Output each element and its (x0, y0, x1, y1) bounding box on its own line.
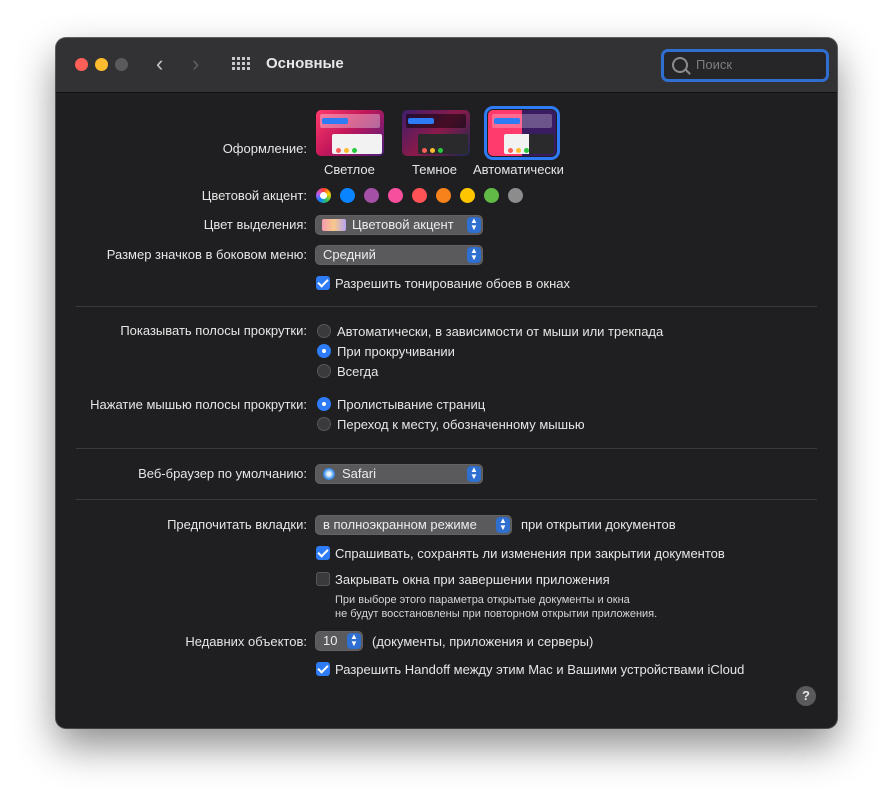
popup-arrows-icon: ▲ ▼ (496, 517, 510, 533)
prefer-tabs-popup[interactable]: в полноэкранном режиме ▲ ▼ (315, 515, 512, 535)
accent-orange-swatch[interactable] (436, 188, 451, 203)
search-field[interactable] (661, 49, 829, 82)
system-preferences-window: ‹ › Основные Оформление: Светлое Темное … (56, 38, 837, 728)
close-windows-note-line2: не будут восстановлены при повторном отк… (335, 608, 658, 620)
scroll-next-page-radio[interactable] (317, 397, 331, 411)
divider (76, 448, 817, 449)
popup-arrows-icon: ▲ ▼ (467, 247, 481, 263)
accent-red-swatch[interactable] (412, 188, 427, 203)
scrollbars-automatic-radio[interactable] (317, 324, 331, 338)
ask-keep-changes-checkbox[interactable] (316, 546, 330, 560)
prefer-tabs-value: в полноэкранном режиме (323, 517, 477, 532)
highlight-color-label: Цвет выделения: (203, 217, 307, 232)
handoff-label: Разрешить Handoff между этим Mac и Вашим… (335, 662, 745, 677)
accent-pink-swatch[interactable] (388, 188, 403, 203)
popup-arrows-icon: ▲ ▼ (467, 217, 481, 233)
window-title: Основные (266, 55, 344, 72)
popup-arrows-icon: ▲ ▼ (347, 633, 361, 649)
sidebar-icon-size-label: Размер значков в боковом меню: (106, 247, 307, 262)
default-browser-label: Веб-браузер по умолчанию: (138, 466, 307, 481)
appearance-dark-option[interactable] (402, 110, 470, 156)
help-button[interactable]: ? (796, 686, 816, 706)
highlight-color-preview (322, 219, 346, 231)
accent-multicolor-swatch[interactable] (316, 188, 331, 203)
handoff-checkbox[interactable] (316, 662, 330, 676)
scrollbar-click-label: Нажатие мышью полосы прокрутки: (90, 397, 307, 412)
divider (76, 306, 817, 307)
accent-color-label: Цветовой акцент: (201, 188, 307, 203)
accent-graphite-swatch[interactable] (508, 188, 523, 203)
appearance-light-option[interactable] (316, 110, 384, 156)
scroll-next-page-label: Пролистывание страниц (337, 397, 486, 412)
safari-icon (323, 468, 335, 480)
search-input[interactable] (694, 56, 818, 73)
divider (76, 499, 817, 500)
appearance-auto-option[interactable] (484, 106, 560, 160)
scrollbars-always-label: Всегда (337, 364, 379, 379)
show-all-grid-icon[interactable] (232, 57, 250, 71)
scroll-jump-spot-radio[interactable] (317, 417, 331, 431)
close-window-button[interactable] (75, 58, 88, 71)
accent-blue-swatch[interactable] (340, 188, 355, 203)
appearance-light-label: Светлое (324, 162, 375, 177)
prefer-tabs-suffix: при открытии документов (521, 517, 676, 532)
highlight-color-popup[interactable]: Цветовой акцент ▲ ▼ (315, 215, 483, 235)
accent-green-swatch[interactable] (484, 188, 499, 203)
recent-items-suffix: (документы, приложения и серверы) (372, 634, 594, 649)
forward-arrow-icon[interactable]: › (192, 53, 199, 75)
scroll-jump-spot-label: Переход к месту, обозначенному мышью (337, 417, 585, 432)
prefer-tabs-label: Предпочитать вкладки: (167, 517, 307, 532)
wallpaper-tinting-checkbox[interactable] (316, 276, 330, 290)
close-windows-note-line1: При выборе этого параметра открытые доку… (335, 594, 630, 606)
close-windows-label: Закрывать окна при завершении приложения (335, 572, 610, 587)
sidebar-icon-size-popup[interactable]: Средний ▲ ▼ (315, 245, 483, 265)
accent-yellow-swatch[interactable] (460, 188, 475, 203)
appearance-auto-label: Автоматически (473, 162, 564, 177)
sidebar-icon-size-value: Средний (323, 247, 376, 262)
ask-keep-changes-label: Спрашивать, сохранять ли изменения при з… (335, 546, 725, 561)
default-browser-value: Safari (342, 466, 376, 481)
recent-items-popup[interactable]: 10 ▲ ▼ (315, 631, 363, 651)
show-scrollbars-label: Показывать полосы прокрутки: (120, 323, 307, 338)
appearance-label: Оформление: (222, 141, 307, 156)
recent-items-value: 10 (323, 633, 338, 648)
zoom-window-button[interactable] (115, 58, 128, 71)
search-icon (672, 57, 688, 73)
scrollbars-always-radio[interactable] (317, 364, 331, 378)
default-browser-popup[interactable]: Safari ▲ ▼ (315, 464, 483, 484)
titlebar: ‹ › Основные (56, 38, 837, 93)
accent-purple-swatch[interactable] (364, 188, 379, 203)
appearance-dark-label: Темное (412, 162, 458, 177)
scrollbars-when-scrolling-label: При прокручивании (337, 344, 455, 359)
recent-items-label: Недавних объектов: (185, 634, 307, 649)
close-windows-checkbox[interactable] (316, 572, 330, 586)
highlight-color-value: Цветовой акцент (352, 217, 454, 232)
back-arrow-icon[interactable]: ‹ (156, 53, 163, 75)
popup-arrows-icon: ▲ ▼ (467, 466, 481, 482)
scrollbars-automatic-label: Автоматически, в зависимости от мыши или… (337, 324, 664, 339)
minimize-window-button[interactable] (95, 58, 108, 71)
wallpaper-tinting-label: Разрешить тонирование обоев в окнах (335, 276, 570, 291)
scrollbars-when-scrolling-radio[interactable] (317, 344, 331, 358)
